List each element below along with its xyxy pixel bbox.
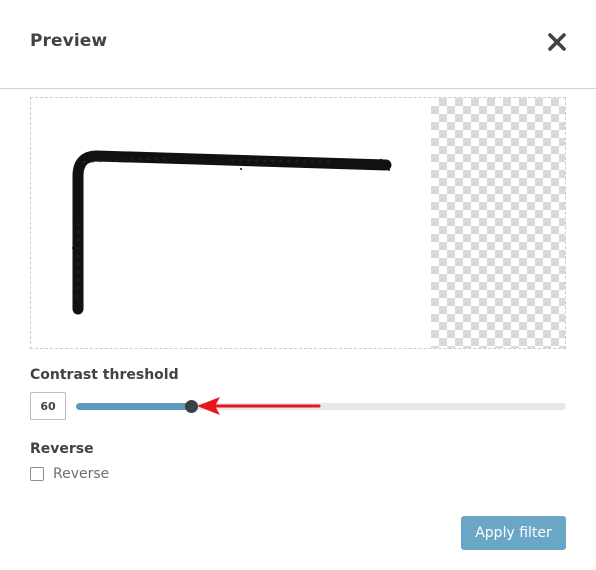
reverse-checkbox-row[interactable]: Reverse xyxy=(30,466,109,482)
slider-fill xyxy=(76,403,192,410)
reverse-checkbox-label[interactable]: Reverse xyxy=(53,466,109,482)
dialog-header: Preview xyxy=(0,0,596,89)
close-icon xyxy=(548,33,566,51)
apply-filter-button[interactable]: Apply filter xyxy=(461,516,566,550)
contrast-value-field[interactable]: 60 xyxy=(30,392,66,420)
contrast-threshold-label: Contrast threshold xyxy=(30,367,179,383)
reverse-section-label: Reverse xyxy=(30,441,94,457)
filter-preview-image xyxy=(30,97,566,349)
dialog-title: Preview xyxy=(30,31,108,51)
preview-dialog: Preview Contrast threshold 60 Reverse Re… xyxy=(0,0,596,570)
annotation-arrow-icon xyxy=(197,397,321,415)
thresholded-stroke-image xyxy=(72,150,392,315)
reverse-checkbox[interactable] xyxy=(30,467,44,481)
close-button[interactable] xyxy=(546,31,568,53)
transparency-pattern xyxy=(431,98,565,348)
